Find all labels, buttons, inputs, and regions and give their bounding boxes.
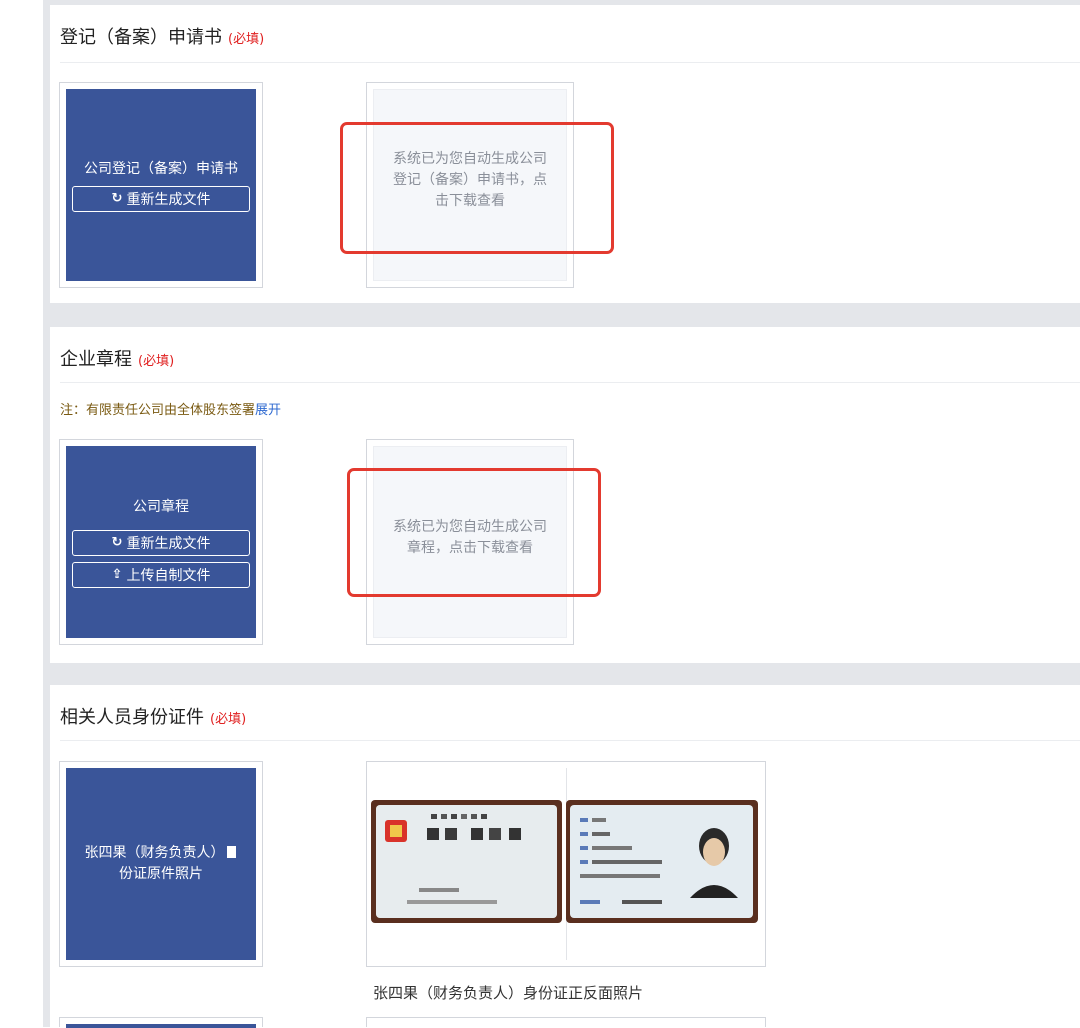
document-card-title-a: 张四果（财务负责人）: [84, 845, 225, 861]
section-title: 相关人员身份证件 (必填): [60, 703, 246, 729]
next-card-body-edge: [66, 1024, 256, 1028]
document-card-body: 公司登记（备案）申请书 ↻ 重新生成文件: [66, 89, 256, 281]
section-title: 企业章程 (必填): [60, 345, 174, 371]
upload-icon: ⇪: [111, 567, 123, 582]
section-title-text: 相关人员身份证件: [60, 707, 204, 728]
section-articles: 企业章程 (必填) 注：有限责任公司由全体股东签署展开 公司章程 ↻ 重新生成文件…: [50, 327, 1080, 663]
document-card: 公司登记（备案）申请书 ↻ 重新生成文件: [59, 82, 263, 288]
id-card-back-image: [570, 805, 753, 918]
document-card: 公司章程 ↻ 重新生成文件 ⇪ 上传自制文件: [59, 439, 263, 645]
refresh-icon: ↻: [111, 191, 123, 206]
id-card-front-image: [376, 805, 557, 918]
document-card-body: 公司章程 ↻ 重新生成文件 ⇪ 上传自制文件: [66, 446, 256, 638]
required-mark: (必填): [210, 712, 247, 727]
next-preview-edge: [366, 1017, 766, 1027]
section-divider: [60, 740, 1080, 741]
regenerate-file-label: 重新生成文件: [126, 535, 211, 552]
section-divider: [60, 382, 1080, 383]
section-identity: 相关人员身份证件 (必填) 张四果（财务负责人） 份证原件照片 张四果（财务负责…: [50, 685, 1080, 1028]
upload-file-button[interactable]: ⇪ 上传自制文件: [72, 561, 250, 588]
left-margin: [0, 0, 43, 1027]
highlight-box: [347, 468, 601, 597]
document-card-title: 公司登记（备案）申请书: [84, 160, 238, 177]
section-application: 登记（备案）申请书 (必填) 公司登记（备案）申请书 ↻ 重新生成文件 系统已为您…: [50, 5, 1080, 303]
section-title: 登记（备案）申请书 (必填): [60, 23, 264, 49]
expand-link[interactable]: 展开: [255, 403, 281, 418]
required-mark: (必填): [228, 32, 265, 47]
id-card-back: [566, 800, 758, 923]
signing-note-text: 注：有限责任公司由全体股东签署: [60, 403, 256, 418]
id-photo-frame: [367, 762, 765, 966]
id-card-front: [371, 800, 562, 923]
document-card-title-b: 份证原件照片: [119, 866, 203, 882]
document-card: 张四果（财务负责人） 份证原件照片: [59, 761, 263, 967]
signing-note: 注：有限责任公司由全体股东签署展开: [60, 399, 281, 418]
document-card-body: 张四果（财务负责人） 份证原件照片: [66, 768, 256, 960]
regenerate-file-button[interactable]: ↻ 重新生成文件: [72, 185, 250, 212]
file-icon: [226, 846, 236, 858]
id-photo-caption: 张四果（财务负责人）身份证正反面照片: [373, 984, 644, 1002]
refresh-icon: ↻: [111, 535, 123, 550]
section-divider: [60, 62, 1080, 63]
section-title-text: 登记（备案）申请书: [60, 27, 222, 48]
document-card-title: 张四果（财务负责人） 份证原件照片: [85, 843, 238, 885]
required-mark: (必填): [138, 354, 175, 369]
id-photo-preview[interactable]: [366, 761, 766, 967]
document-card-title: 公司章程: [133, 498, 189, 515]
upload-file-label: 上传自制文件: [126, 567, 211, 584]
regenerate-file-button[interactable]: ↻ 重新生成文件: [72, 529, 250, 556]
highlight-box: [340, 122, 614, 254]
section-title-text: 企业章程: [60, 349, 132, 370]
next-card-edge: [59, 1017, 263, 1028]
regenerate-file-label: 重新生成文件: [126, 191, 211, 208]
